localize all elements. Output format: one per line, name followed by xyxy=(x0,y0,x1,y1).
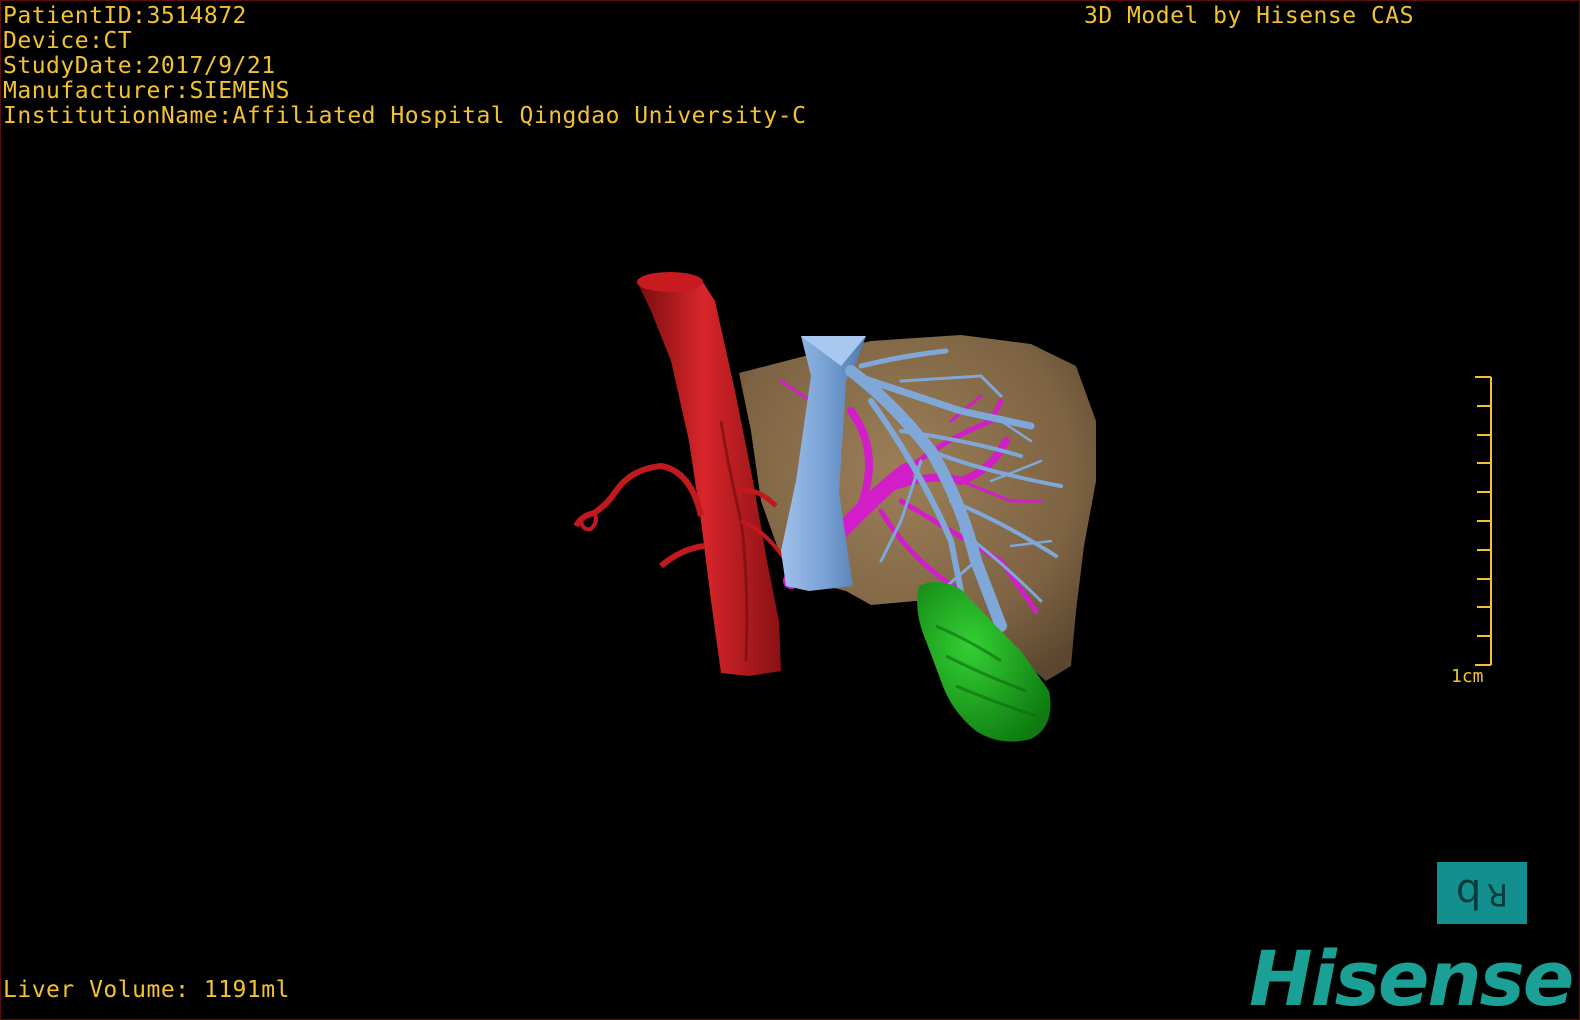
institution-name: InstitutionName:Affiliated Hospital Qing… xyxy=(3,103,807,129)
orientation-glyph-right: R xyxy=(1487,876,1509,911)
hisense-logo: Hisense xyxy=(1249,934,1574,1020)
study-info: PatientID:3514872 Device:CT StudyDate:20… xyxy=(3,4,806,129)
device: Device:CT xyxy=(3,28,133,54)
study-date: StudyDate:2017/9/21 xyxy=(3,53,276,79)
scale-bar xyxy=(1475,376,1492,666)
orientation-glyph-front: d xyxy=(1455,870,1482,916)
liver-volume: Liver Volume: 1191ml xyxy=(3,977,290,1003)
scale-label: 1cm xyxy=(1451,666,1484,687)
manufacturer: Manufacturer:SIEMENS xyxy=(3,78,290,104)
orientation-cube[interactable]: d R xyxy=(1437,862,1527,924)
model-credit: 3D Model by Hisense CAS xyxy=(1084,3,1414,29)
3d-render-viewport[interactable]: PatientID:3514872 Device:CT StudyDate:20… xyxy=(0,0,1580,1020)
liver-3d-model[interactable] xyxy=(1,1,1579,1019)
patient-id: PatientID:3514872 xyxy=(3,3,247,29)
